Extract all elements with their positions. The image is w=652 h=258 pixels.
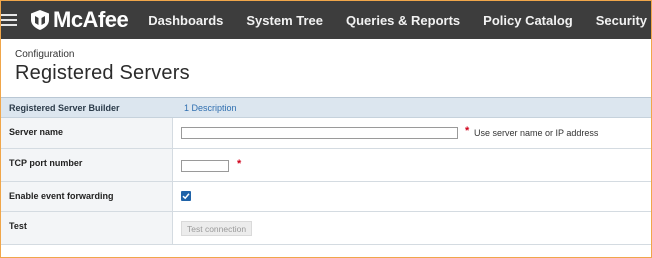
hamburger-menu-button[interactable] — [1, 1, 17, 39]
page-header: Configuration Registered Servers — [1, 39, 651, 104]
server-name-row: Server name * Use server name or IP addr… — [1, 118, 651, 149]
hamburger-icon — [1, 14, 17, 26]
builder-header-label: Registered Server Builder — [9, 102, 120, 113]
nav-item-dashboards[interactable]: Dashboards — [148, 13, 223, 28]
test-row: Test Test connection — [1, 212, 651, 245]
nav-item-policy-catalog[interactable]: Policy Catalog — [483, 13, 573, 28]
event-forwarding-row: Enable event forwarding — [1, 182, 651, 212]
mcafee-shield-icon — [31, 10, 49, 30]
event-forwarding-label: Enable event forwarding — [1, 182, 173, 211]
brand-logo[interactable]: McAfee — [31, 7, 129, 33]
registered-server-builder-form: Registered Server Builder 1 Description … — [1, 97, 651, 245]
nav-item-security-resources[interactable]: Security Resources — [596, 13, 651, 28]
checkmark-icon — [182, 193, 190, 200]
builder-header-row: Registered Server Builder 1 Description — [1, 97, 651, 118]
server-name-hint: Use server name or IP address — [474, 128, 599, 138]
test-label: Test — [1, 212, 173, 244]
event-forwarding-checkbox[interactable] — [181, 191, 191, 201]
required-marker: * — [237, 158, 242, 170]
tcp-port-row: TCP port number * — [1, 149, 651, 182]
nav-item-queries-reports[interactable]: Queries & Reports — [346, 13, 460, 28]
window-frame: McAfee Dashboards System Tree Queries & … — [0, 0, 652, 258]
tcp-port-label: TCP port number — [1, 149, 173, 181]
nav-item-system-tree[interactable]: System Tree — [246, 13, 323, 28]
required-marker: * — [465, 125, 470, 137]
main-nav: Dashboards System Tree Queries & Reports… — [148, 13, 651, 28]
top-navigation-bar: McAfee Dashboards System Tree Queries & … — [1, 1, 651, 39]
server-name-label: Server name — [1, 118, 173, 148]
tcp-port-input[interactable] — [181, 160, 229, 172]
builder-step-link[interactable]: 1 Description — [173, 103, 237, 113]
brand-name: McAfee — [53, 7, 129, 32]
server-name-input[interactable] — [181, 127, 458, 139]
page-title: Registered Servers — [15, 62, 190, 84]
breadcrumb[interactable]: Configuration — [15, 49, 637, 60]
test-connection-button[interactable]: Test connection — [181, 221, 253, 236]
